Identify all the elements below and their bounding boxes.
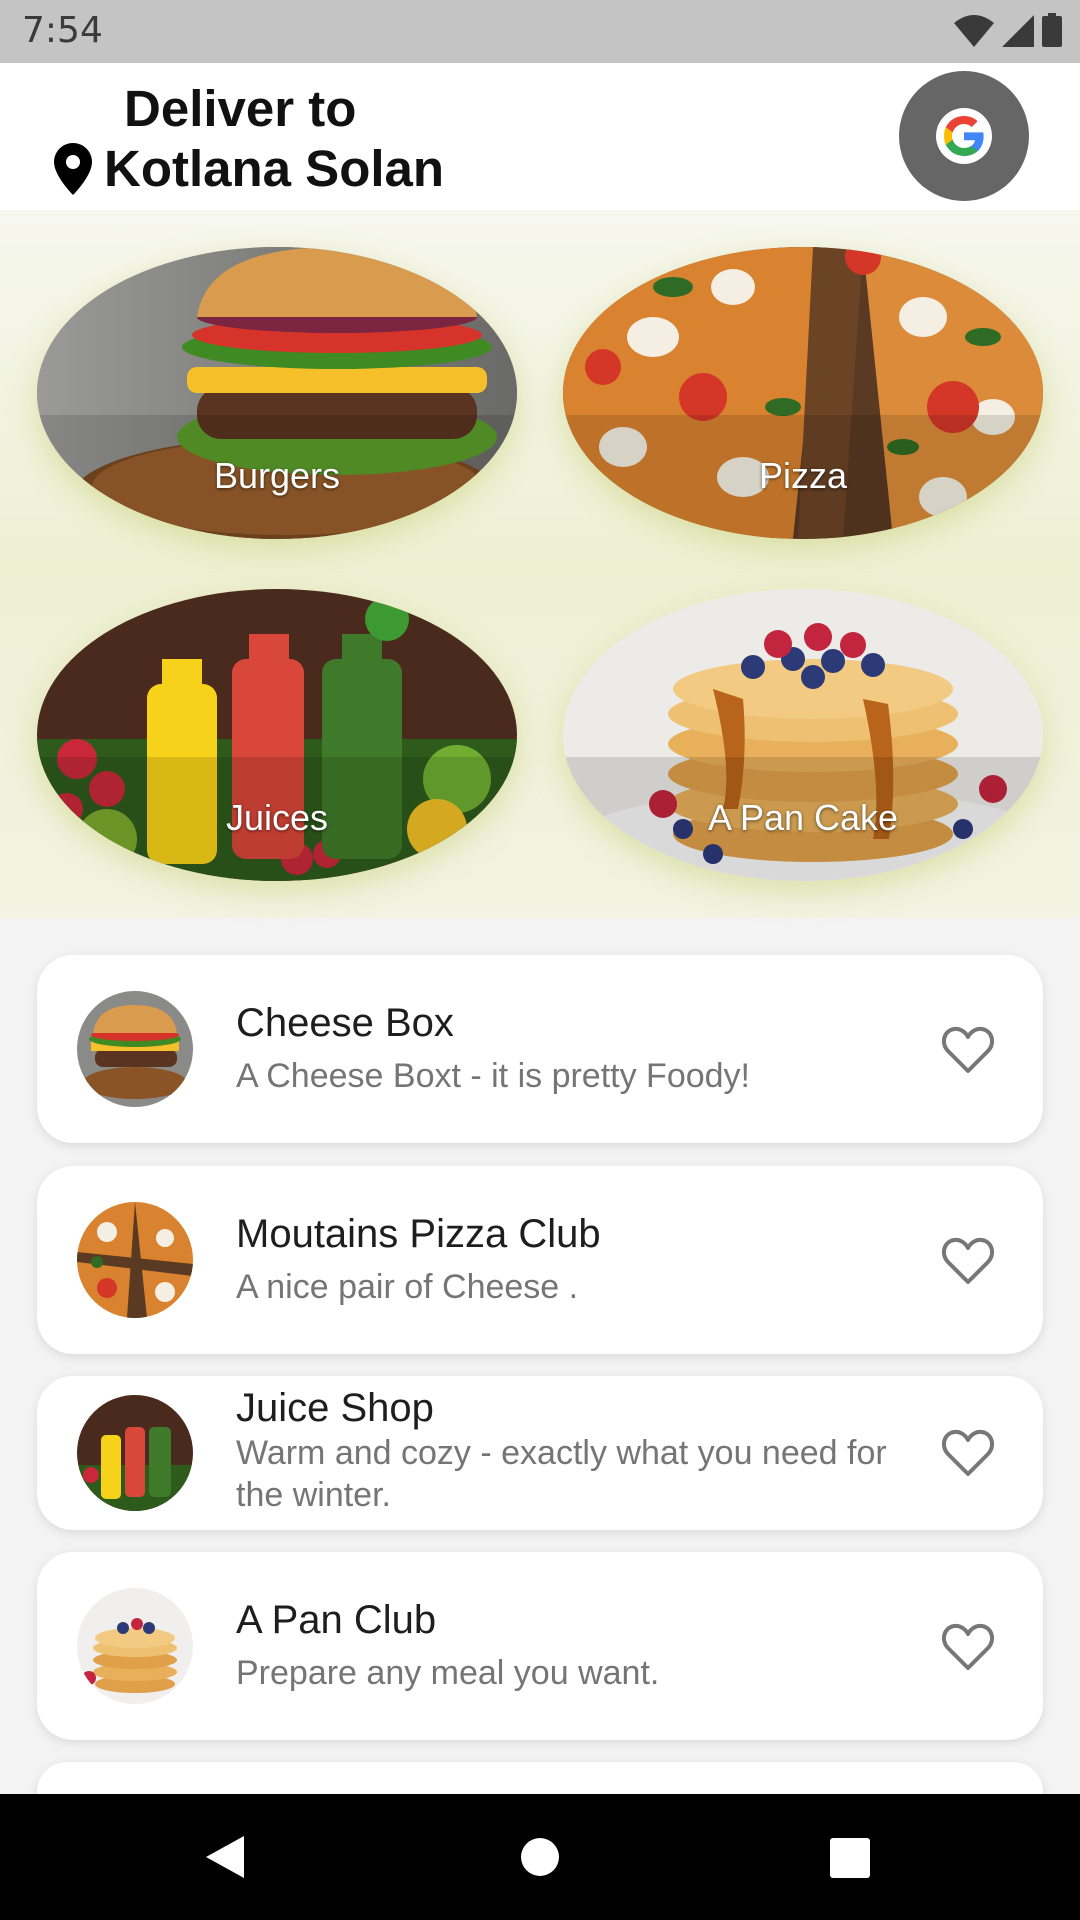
restaurant-name: Juice Shop: [236, 1386, 434, 1430]
category-burgers[interactable]: Burgers: [37, 247, 517, 539]
app-header: Deliver to Kotlana Solan: [0, 63, 1080, 210]
home-icon[interactable]: [521, 1838, 559, 1876]
restaurant-name: Cheese Box: [236, 1001, 454, 1045]
category-grid: Burgers Pizza Juices A Pan Cake: [0, 210, 1080, 918]
location-pin-icon: [54, 142, 92, 195]
location-text: Kotlana Solan: [104, 140, 445, 197]
category-label: Burgers: [213, 455, 341, 496]
favorite-heart-icon[interactable]: [941, 1025, 995, 1075]
restaurant-card-cheese-box[interactable]: Cheese Box A Cheese Boxt - it is pretty …: [37, 955, 1043, 1143]
restaurant-description: Prepare any meal you want.: [236, 1654, 660, 1692]
status-icons: [954, 13, 1062, 47]
status-bar: 7:54: [0, 0, 1080, 63]
restaurant-thumbnail: [77, 1395, 193, 1511]
wifi-icon: [954, 15, 994, 47]
restaurant-name: A Pan Club: [236, 1598, 437, 1642]
favorite-heart-icon[interactable]: [941, 1622, 995, 1672]
category-pizza[interactable]: Pizza: [563, 247, 1043, 539]
category-label: Pizza: [758, 455, 848, 496]
status-time: 7:54: [22, 10, 103, 51]
location-selector[interactable]: Kotlana Solan: [54, 139, 444, 198]
deliver-to-label: Deliver to: [124, 80, 357, 137]
favorite-heart-icon[interactable]: [941, 1428, 995, 1478]
profile-button[interactable]: [899, 71, 1029, 201]
restaurant-thumbnail: [77, 1202, 193, 1318]
restaurant-description: A Cheese Boxt - it is pretty Foody!: [236, 1057, 751, 1095]
restaurant-description: Warm and cozy - exactly what you need fo…: [236, 1434, 887, 1514]
restaurant-name: Moutains Pizza Club: [236, 1212, 601, 1256]
restaurant-description: A nice pair of Cheese .: [236, 1268, 579, 1306]
restaurant-thumbnail: [77, 991, 193, 1107]
battery-icon: [1042, 13, 1062, 47]
favorite-heart-icon[interactable]: [941, 1236, 995, 1286]
restaurant-thumbnail: [77, 1588, 193, 1704]
restaurant-card-a-pan-club[interactable]: A Pan Club Prepare any meal you want.: [37, 1552, 1043, 1740]
category-pancake[interactable]: A Pan Cake: [563, 589, 1043, 881]
signal-icon: [1002, 15, 1034, 47]
category-label: Juices: [225, 797, 329, 838]
restaurant-card-moutains-pizza-club[interactable]: Moutains Pizza Club A nice pair of Chees…: [37, 1166, 1043, 1354]
google-icon: [936, 108, 992, 164]
category-label: A Pan Cake: [707, 797, 899, 838]
back-icon[interactable]: [204, 1834, 246, 1880]
category-juices[interactable]: Juices: [37, 589, 517, 881]
system-navigation-bar: [0, 1794, 1080, 1920]
restaurant-card-juice-shop[interactable]: Juice Shop Warm and cozy - exactly what …: [37, 1376, 1043, 1530]
recents-icon[interactable]: [830, 1838, 870, 1878]
